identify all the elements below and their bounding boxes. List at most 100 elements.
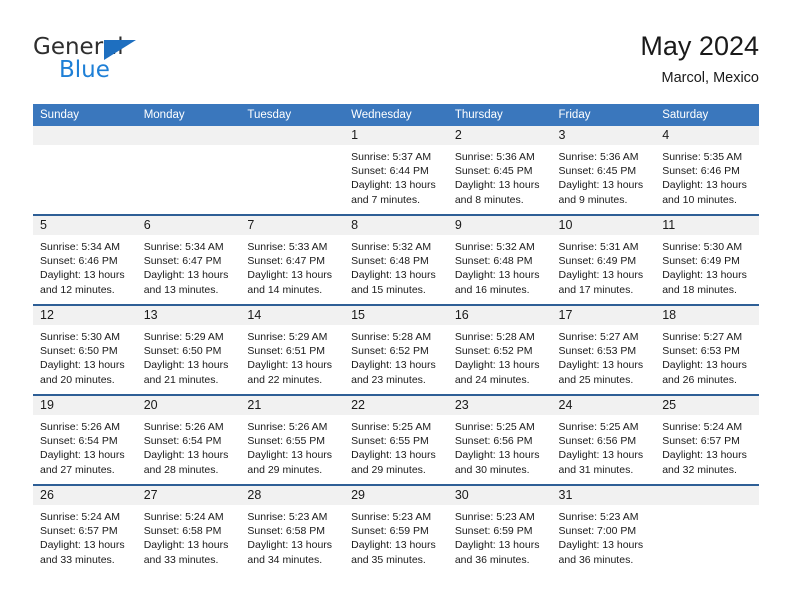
- daylight-text-line1: Daylight: 13 hours: [662, 449, 747, 462]
- day-cell[interactable]: 26 Sunrise: 5:24 AM Sunset: 6:57 PM Dayligh…: [33, 484, 137, 574]
- day-number: 7: [240, 216, 345, 235]
- title-block: May 2024 Marcol, Mexico: [640, 30, 759, 88]
- daylight-text-line1: Daylight: 13 hours: [40, 359, 125, 372]
- sunrise-text: Sunrise: 5:25 AM: [454, 421, 535, 433]
- weekday-header-friday: Friday: [551, 104, 656, 126]
- day-cell[interactable]: 13 Sunrise: 5:29 AM Sunset: 6:50 PM Dayligh…: [136, 304, 241, 395]
- day-number: [240, 126, 345, 145]
- sunset-text: Sunset: 6:55 PM: [247, 435, 326, 448]
- sunset-text: Sunset: 6:52 PM: [454, 345, 533, 358]
- day-cell[interactable]: 17 Sunrise: 5:27 AM Sunset: 6:53 PM Dayligh…: [551, 304, 656, 395]
- brand-logo[interactable]: General Blue: [33, 34, 253, 94]
- weekday-header-saturday: Saturday: [655, 104, 759, 126]
- day-cell[interactable]: 15 Sunrise: 5:28 AM Sunset: 6:52 PM Dayligh…: [344, 304, 448, 395]
- day-number: 5: [33, 216, 137, 235]
- weekday-header-sunday: Sunday: [33, 104, 137, 126]
- weekday-header-wednesday: Wednesday: [344, 104, 448, 126]
- day-cell[interactable]: 10 Sunrise: 5:31 AM Sunset: 6:49 PM Dayligh…: [551, 214, 656, 305]
- calendar-table: Sunday Monday Tuesday Wednesday Thursday…: [33, 104, 759, 574]
- day-cell[interactable]: 18 Sunrise: 5:27 AM Sunset: 6:53 PM Dayligh…: [655, 304, 759, 395]
- day-cell[interactable]: [136, 126, 241, 215]
- day-cell[interactable]: 6 Sunrise: 5:34 AM Sunset: 6:47 PM Daylight…: [136, 214, 241, 305]
- daylight-text-line2: and 33 minutes.: [143, 553, 219, 566]
- daylight-text-line2: and 31 minutes.: [558, 463, 634, 476]
- day-cell[interactable]: 25 Sunrise: 5:24 AM Sunset: 6:57 PM Dayligh…: [655, 394, 759, 485]
- daylight-text-line2: and 9 minutes.: [558, 193, 628, 206]
- day-cell[interactable]: 19 Sunrise: 5:26 AM Sunset: 6:54 PM Dayligh…: [33, 394, 137, 485]
- page-title: May 2024: [640, 31, 759, 61]
- day-cell[interactable]: 21 Sunrise: 5:26 AM Sunset: 6:55 PM Dayligh…: [240, 394, 345, 485]
- sunset-text: Sunset: 6:50 PM: [40, 345, 118, 358]
- sunrise-text: Sunrise: 5:26 AM: [40, 421, 120, 433]
- day-cell[interactable]: 20 Sunrise: 5:26 AM Sunset: 6:54 PM Dayligh…: [136, 394, 241, 485]
- daylight-text-line2: and 12 minutes.: [40, 283, 115, 296]
- day-cell[interactable]: [655, 484, 759, 574]
- daylight-text-line2: and 30 minutes.: [454, 463, 530, 476]
- day-cell[interactable]: 27 Sunrise: 5:24 AM Sunset: 6:58 PM Dayligh…: [136, 484, 241, 574]
- daylight-text-line1: Daylight: 13 hours: [558, 269, 644, 282]
- day-cell[interactable]: 16 Sunrise: 5:28 AM Sunset: 6:52 PM Dayligh…: [447, 304, 552, 395]
- daylight-text-line1: Daylight: 13 hours: [351, 269, 436, 282]
- day-number: 16: [447, 306, 552, 325]
- sunset-text: Sunset: 6:57 PM: [40, 525, 118, 538]
- sunrise-text: Sunrise: 5:34 AM: [143, 241, 224, 253]
- day-cell[interactable]: 8 Sunrise: 5:32 AM Sunset: 6:48 PM Daylight…: [344, 214, 448, 305]
- day-cell[interactable]: 31 Sunrise: 5:23 AM Sunset: 7:00 PM Dayligh…: [551, 484, 656, 574]
- calendar-week-row: 12 Sunrise: 5:30 AM Sunset: 6:50 PM Dayligh…: [33, 304, 759, 395]
- daylight-text-line2: and 24 minutes.: [454, 373, 530, 386]
- daylight-text-line1: Daylight: 13 hours: [143, 269, 229, 282]
- sunrise-text: Sunrise: 5:32 AM: [454, 241, 535, 253]
- sunset-text: Sunset: 6:54 PM: [143, 435, 222, 448]
- sunrise-text: Sunrise: 5:29 AM: [247, 331, 328, 343]
- day-cell[interactable]: 11 Sunrise: 5:30 AM Sunset: 6:49 PM Dayligh…: [655, 214, 759, 305]
- daylight-text-line2: and 17 minutes.: [558, 283, 634, 296]
- daylight-text-line1: Daylight: 13 hours: [351, 179, 436, 192]
- daylight-text-line1: Daylight: 13 hours: [40, 449, 125, 462]
- day-cell[interactable]: [33, 126, 137, 215]
- day-number: 23: [447, 396, 552, 415]
- sunrise-text: Sunrise: 5:29 AM: [143, 331, 224, 343]
- day-cell[interactable]: [240, 126, 345, 215]
- day-number: 4: [655, 126, 759, 145]
- day-number: 19: [33, 396, 137, 415]
- daylight-text-line1: Daylight: 13 hours: [143, 359, 229, 372]
- day-number: [33, 126, 137, 145]
- sunset-text: Sunset: 6:57 PM: [662, 435, 740, 448]
- daylight-text-line2: and 32 minutes.: [662, 463, 737, 476]
- daylight-text-line2: and 29 minutes.: [247, 463, 323, 476]
- daylight-text-line1: Daylight: 13 hours: [351, 359, 436, 372]
- day-cell[interactable]: 3 Sunrise: 5:36 AM Sunset: 6:45 PM Daylight…: [551, 126, 656, 215]
- day-cell[interactable]: 24 Sunrise: 5:25 AM Sunset: 6:56 PM Dayligh…: [551, 394, 656, 485]
- day-cell[interactable]: 5 Sunrise: 5:34 AM Sunset: 6:46 PM Daylight…: [33, 214, 137, 305]
- calendar-page: General Blue May 2024 Marcol, Mexico Sun…: [0, 0, 792, 612]
- daylight-text-line1: Daylight: 13 hours: [454, 179, 540, 192]
- day-cell[interactable]: 2 Sunrise: 5:36 AM Sunset: 6:45 PM Daylight…: [447, 126, 552, 215]
- day-cell[interactable]: 4 Sunrise: 5:35 AM Sunset: 6:46 PM Daylight…: [655, 126, 759, 215]
- sunset-text: Sunset: 6:52 PM: [351, 345, 429, 358]
- daylight-text-line1: Daylight: 13 hours: [454, 269, 540, 282]
- day-number: 8: [344, 216, 448, 235]
- day-cell[interactable]: 28 Sunrise: 5:23 AM Sunset: 6:58 PM Dayligh…: [240, 484, 345, 574]
- day-cell[interactable]: 29 Sunrise: 5:23 AM Sunset: 6:59 PM Dayligh…: [344, 484, 448, 574]
- sunset-text: Sunset: 6:56 PM: [454, 435, 533, 448]
- weekday-header-monday: Monday: [136, 104, 241, 126]
- daylight-text-line2: and 14 minutes.: [247, 283, 323, 296]
- day-cell[interactable]: 12 Sunrise: 5:30 AM Sunset: 6:50 PM Dayligh…: [33, 304, 137, 395]
- daylight-text-line1: Daylight: 13 hours: [247, 269, 333, 282]
- sunrise-text: Sunrise: 5:24 AM: [40, 511, 120, 523]
- day-cell[interactable]: 1 Sunrise: 5:37 AM Sunset: 6:44 PM Daylight…: [344, 126, 448, 215]
- sunrise-text: Sunrise: 5:34 AM: [40, 241, 120, 253]
- day-number: 13: [136, 306, 241, 325]
- day-cell[interactable]: 22 Sunrise: 5:25 AM Sunset: 6:55 PM Dayligh…: [344, 394, 448, 485]
- daylight-text-line1: Daylight: 13 hours: [247, 539, 333, 552]
- day-cell[interactable]: 14 Sunrise: 5:29 AM Sunset: 6:51 PM Dayligh…: [240, 304, 345, 395]
- day-cell[interactable]: 23 Sunrise: 5:25 AM Sunset: 6:56 PM Dayligh…: [447, 394, 552, 485]
- daylight-text-line1: Daylight: 13 hours: [40, 269, 125, 282]
- daylight-text-line2: and 36 minutes.: [454, 553, 530, 566]
- calendar-grid: Sunday Monday Tuesday Wednesday Thursday…: [33, 104, 759, 574]
- day-cell[interactable]: 9 Sunrise: 5:32 AM Sunset: 6:48 PM Daylight…: [447, 214, 552, 305]
- day-cell[interactable]: 30 Sunrise: 5:23 AM Sunset: 6:59 PM Dayligh…: [447, 484, 552, 574]
- day-number: 10: [551, 216, 656, 235]
- day-cell[interactable]: 7 Sunrise: 5:33 AM Sunset: 6:47 PM Daylight…: [240, 214, 345, 305]
- daylight-text-line2: and 21 minutes.: [143, 373, 219, 386]
